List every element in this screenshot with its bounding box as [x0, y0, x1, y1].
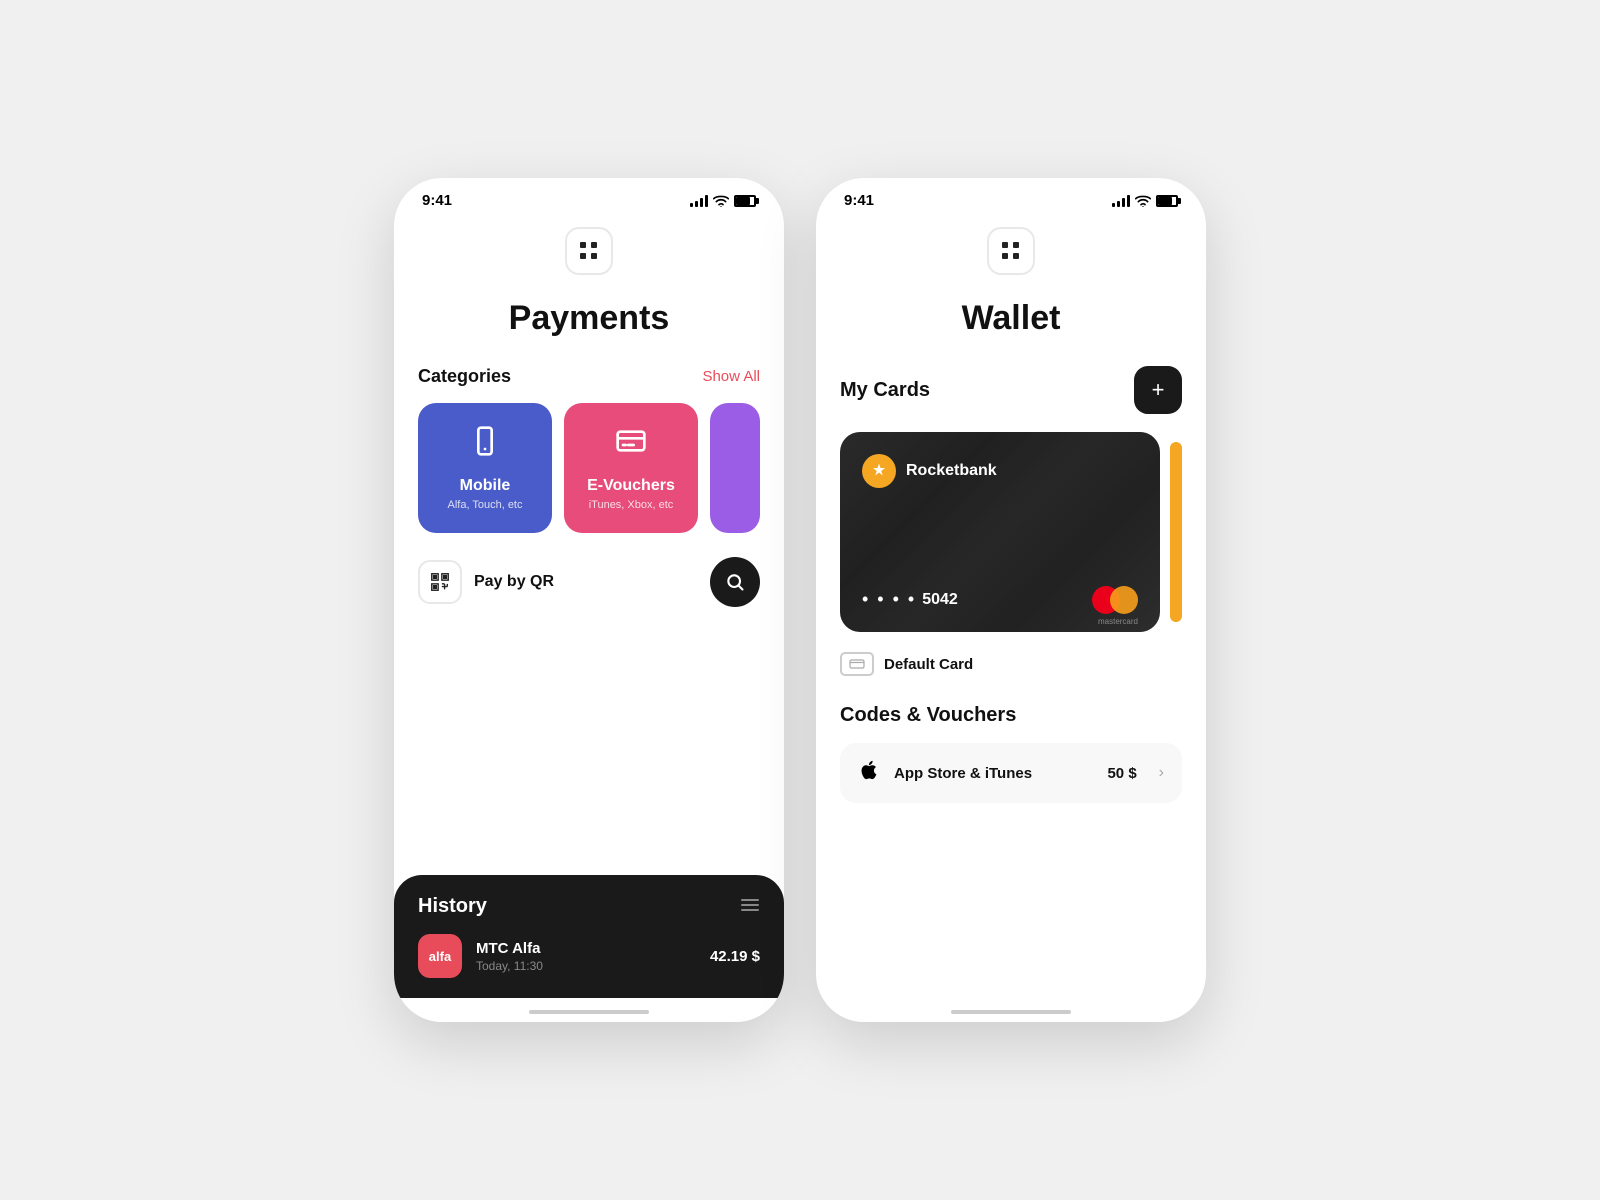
voucher-item[interactable]: App Store & iTunes 50 $ › — [840, 743, 1182, 803]
mastercard-text: mastercard — [1098, 617, 1138, 626]
my-cards-title: My Cards — [840, 379, 930, 402]
history-title: History — [418, 895, 487, 918]
wallet-content: My Cards + Rocketbank • • • • 5042 — [816, 366, 1206, 998]
category-mobile[interactable]: Mobile Alfa, Touch, etc — [418, 403, 552, 533]
my-cards-header: My Cards + — [840, 366, 1182, 414]
signal-icon-wallet — [1112, 195, 1130, 207]
evouchers-icon — [615, 425, 647, 465]
search-button[interactable] — [710, 557, 760, 607]
home-indicator-wallet — [951, 1010, 1071, 1014]
grid-button-wallet[interactable] — [987, 227, 1035, 275]
apple-icon — [858, 759, 880, 787]
home-indicator — [529, 1010, 649, 1014]
section-header: Categories Show All — [418, 366, 760, 387]
default-card-icon — [840, 652, 874, 676]
card-last4: 5042 — [922, 591, 958, 609]
chevron-right-icon: › — [1159, 764, 1164, 782]
cards-container: Rocketbank • • • • 5042 mastercard — [840, 432, 1182, 632]
categories-label: Categories — [418, 366, 511, 387]
battery-icon — [734, 195, 756, 207]
payments-phone: 9:41 Payments Categories Show All — [394, 178, 784, 1022]
show-all-button[interactable]: Show All — [702, 368, 760, 385]
categories-row: Mobile Alfa, Touch, etc E-Vouchers iTune… — [418, 403, 760, 533]
card-dots: • • • • — [862, 589, 916, 610]
wifi-icon — [713, 195, 729, 207]
history-date: Today, 11:30 — [476, 959, 696, 973]
wifi-icon-wallet — [1135, 195, 1151, 207]
codes-title: Codes & Vouchers — [840, 704, 1182, 727]
grid-icon — [580, 242, 598, 260]
mobile-category-name: Mobile — [460, 477, 511, 495]
mastercard-orange-circle — [1110, 586, 1138, 614]
grid-icon-wallet — [1002, 242, 1020, 260]
category-purple[interactable] — [710, 403, 760, 533]
status-time: 9:41 — [422, 192, 452, 209]
history-panel: History alfa MTC Alfa Today, 11:30 42.19… — [394, 875, 784, 998]
history-name: MTC Alfa — [476, 940, 696, 957]
add-card-button[interactable]: + — [1134, 366, 1182, 414]
card-side-indicator — [1170, 442, 1182, 622]
card-header: Rocketbank — [862, 454, 1138, 488]
payments-content: Categories Show All Mobile Alfa, Touch, … — [394, 366, 784, 851]
card-bank-name: Rocketbank — [906, 462, 997, 480]
default-card-label: Default Card — [884, 656, 973, 673]
status-bar-wallet: 9:41 — [816, 178, 1206, 217]
rocketbank-logo — [862, 454, 896, 488]
mobile-category-sub: Alfa, Touch, etc — [447, 499, 522, 511]
search-icon — [725, 572, 745, 592]
wallet-phone: 9:41 Wallet My Cards + — [816, 178, 1206, 1022]
voucher-amount: 50 $ — [1107, 765, 1136, 782]
wallet-page-title: Wallet — [816, 299, 1206, 338]
evouchers-category-sub: iTunes, Xbox, etc — [589, 499, 674, 511]
grid-button[interactable] — [565, 227, 613, 275]
qr-icon-box — [418, 560, 462, 604]
status-time-wallet: 9:41 — [844, 192, 874, 209]
category-evouchers[interactable]: E-Vouchers iTunes, Xbox, etc — [564, 403, 698, 533]
signal-icon — [690, 195, 708, 207]
pay-qr-row: Pay by QR — [418, 557, 760, 615]
pay-qr-left: Pay by QR — [418, 560, 554, 604]
credit-card[interactable]: Rocketbank • • • • 5042 mastercard — [840, 432, 1160, 632]
history-logo-text: alfa — [429, 949, 451, 964]
mobile-icon — [469, 425, 501, 465]
status-icons-wallet — [1112, 195, 1178, 207]
voucher-name: App Store & iTunes — [894, 765, 1093, 782]
history-info: MTC Alfa Today, 11:30 — [476, 940, 696, 973]
status-bar: 9:41 — [394, 178, 784, 217]
default-card-row[interactable]: Default Card — [840, 652, 1182, 676]
history-header: History — [418, 895, 760, 918]
pay-qr-label: Pay by QR — [474, 573, 554, 591]
page-title: Payments — [394, 299, 784, 338]
history-item[interactable]: alfa MTC Alfa Today, 11:30 42.19 $ — [418, 934, 760, 978]
qr-icon — [429, 571, 451, 593]
status-icons — [690, 195, 756, 207]
mastercard-logo — [1092, 586, 1138, 614]
history-amount: 42.19 $ — [710, 948, 760, 965]
card-number: • • • • 5042 — [862, 589, 958, 610]
battery-icon-wallet — [1156, 195, 1178, 207]
history-menu-icon[interactable] — [740, 896, 760, 917]
history-logo: alfa — [418, 934, 462, 978]
evouchers-category-name: E-Vouchers — [587, 477, 675, 495]
